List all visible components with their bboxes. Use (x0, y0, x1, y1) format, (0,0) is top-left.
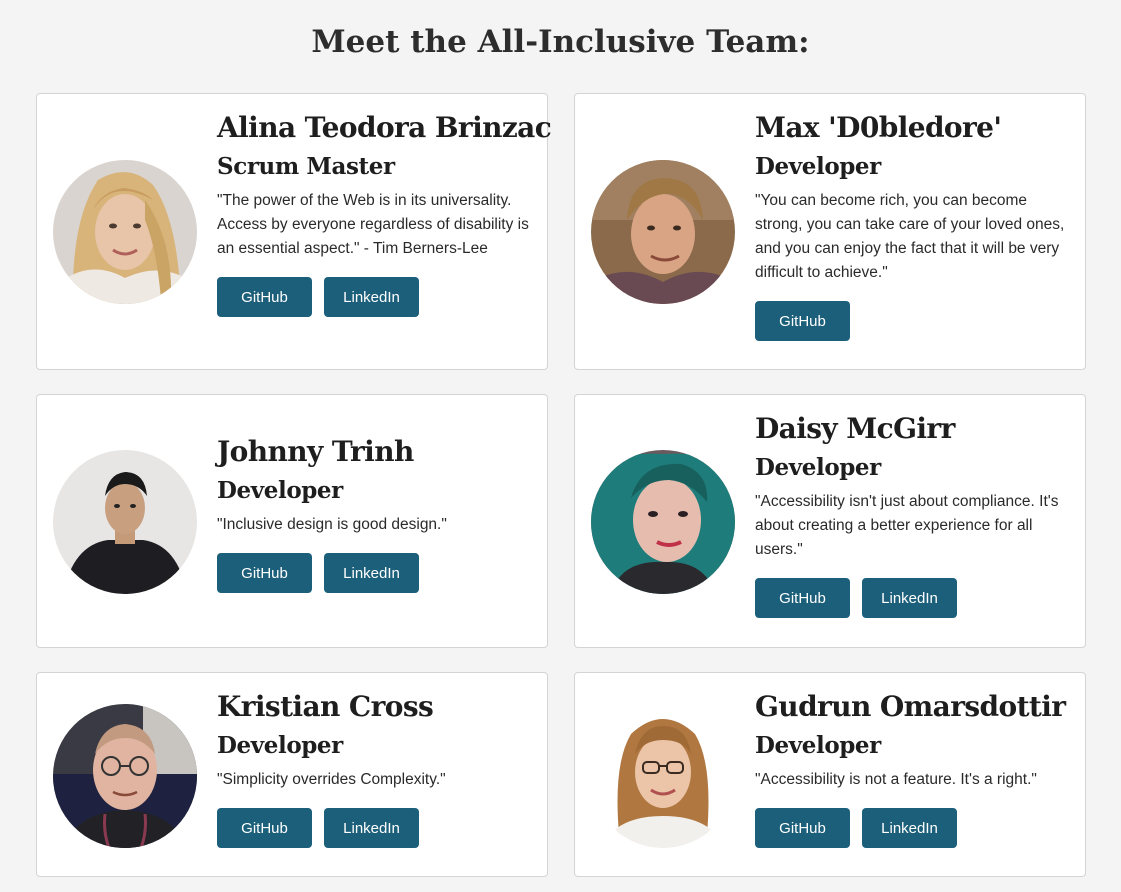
member-name: Kristian Cross (217, 690, 434, 723)
linkedin-button[interactable]: LinkedIn (324, 553, 419, 593)
avatar-photo (591, 160, 735, 304)
team-card-daisy: Daisy McGirr Developer "Accessibility is… (574, 394, 1086, 648)
linkedin-button[interactable]: LinkedIn (862, 808, 957, 848)
team-card-johnny: Johnny Trinh Developer "Inclusive design… (36, 394, 548, 648)
member-name: Johnny Trinh (217, 435, 414, 468)
member-role: Developer (755, 454, 881, 481)
linkedin-button[interactable]: LinkedIn (324, 277, 419, 317)
member-quote: "Simplicity overrides Complexity." (217, 771, 446, 788)
github-button[interactable]: GitHub (217, 808, 312, 848)
team-card-max: Max 'D0bledore' Developer "You can becom… (574, 93, 1086, 370)
member-name: Alina Teodora Brinzac (217, 111, 552, 144)
linkedin-button[interactable]: LinkedIn (324, 808, 419, 848)
member-role: Developer (755, 732, 881, 759)
github-button[interactable]: GitHub (217, 553, 312, 593)
member-quote: "Accessibility isn't just about complian… (755, 493, 1059, 558)
avatar-photo (53, 450, 197, 594)
member-role: Developer (217, 732, 343, 759)
member-quote: "Inclusive design is good design." (217, 516, 447, 533)
github-button[interactable]: GitHub (755, 808, 850, 848)
avatar-photo (591, 704, 735, 848)
team-card-gudrun: Gudrun Omarsdottir Developer "Accessibil… (574, 672, 1086, 877)
page-title: Meet the All-Inclusive Team: (311, 24, 810, 60)
team-card-kristian: Kristian Cross Developer "Simplicity ove… (36, 672, 548, 877)
linkedin-button[interactable]: LinkedIn (862, 578, 957, 618)
member-role: Developer (217, 477, 343, 504)
avatar-photo (591, 450, 735, 594)
member-name: Daisy McGirr (755, 412, 955, 445)
member-quote: "Accessibility is not a feature. It's a … (755, 771, 1037, 788)
member-quote: "The power of the Web is in its universa… (217, 192, 529, 257)
member-quote: "You can become rich, you can become str… (755, 192, 1065, 281)
member-name: Max 'D0bledore' (755, 111, 1002, 144)
github-button[interactable]: GitHub (755, 578, 850, 618)
member-name: Gudrun Omarsdottir (755, 690, 1066, 723)
avatar-photo (53, 704, 197, 848)
github-button[interactable]: GitHub (755, 301, 850, 341)
team-card-alina: Alina Teodora Brinzac Scrum Master "The … (36, 93, 552, 370)
avatar-photo (53, 160, 197, 304)
member-role: Scrum Master (217, 153, 395, 180)
member-role: Developer (755, 153, 881, 180)
github-button[interactable]: GitHub (217, 277, 312, 317)
